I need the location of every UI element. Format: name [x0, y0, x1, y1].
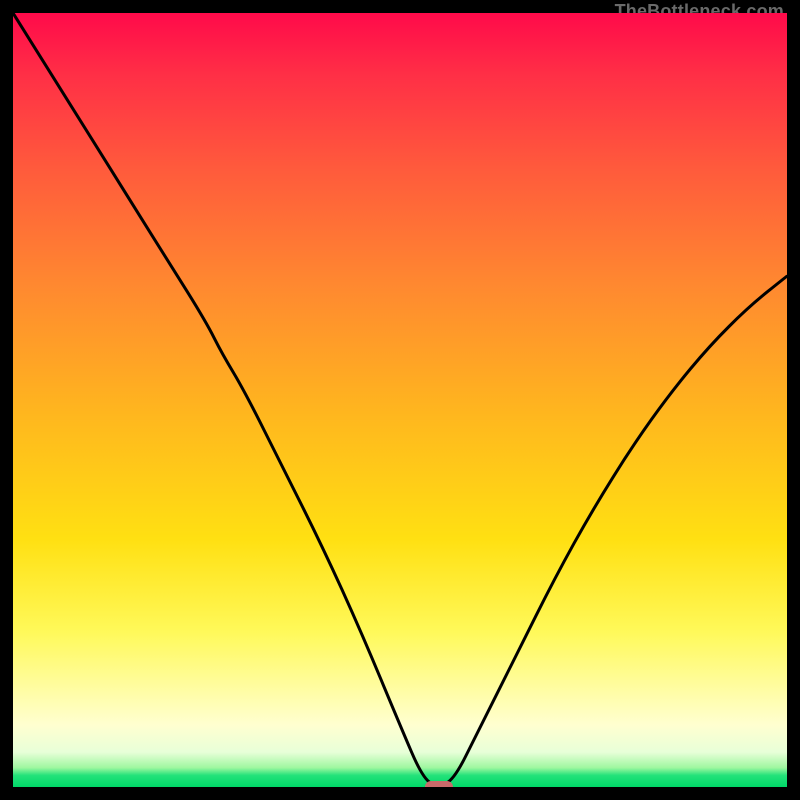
- curve-svg: [13, 13, 787, 787]
- optimal-marker: [425, 781, 453, 787]
- chart-frame: TheBottleneck.com: [0, 0, 800, 800]
- plot-area: [13, 13, 787, 787]
- bottleneck-curve-path: [13, 13, 787, 785]
